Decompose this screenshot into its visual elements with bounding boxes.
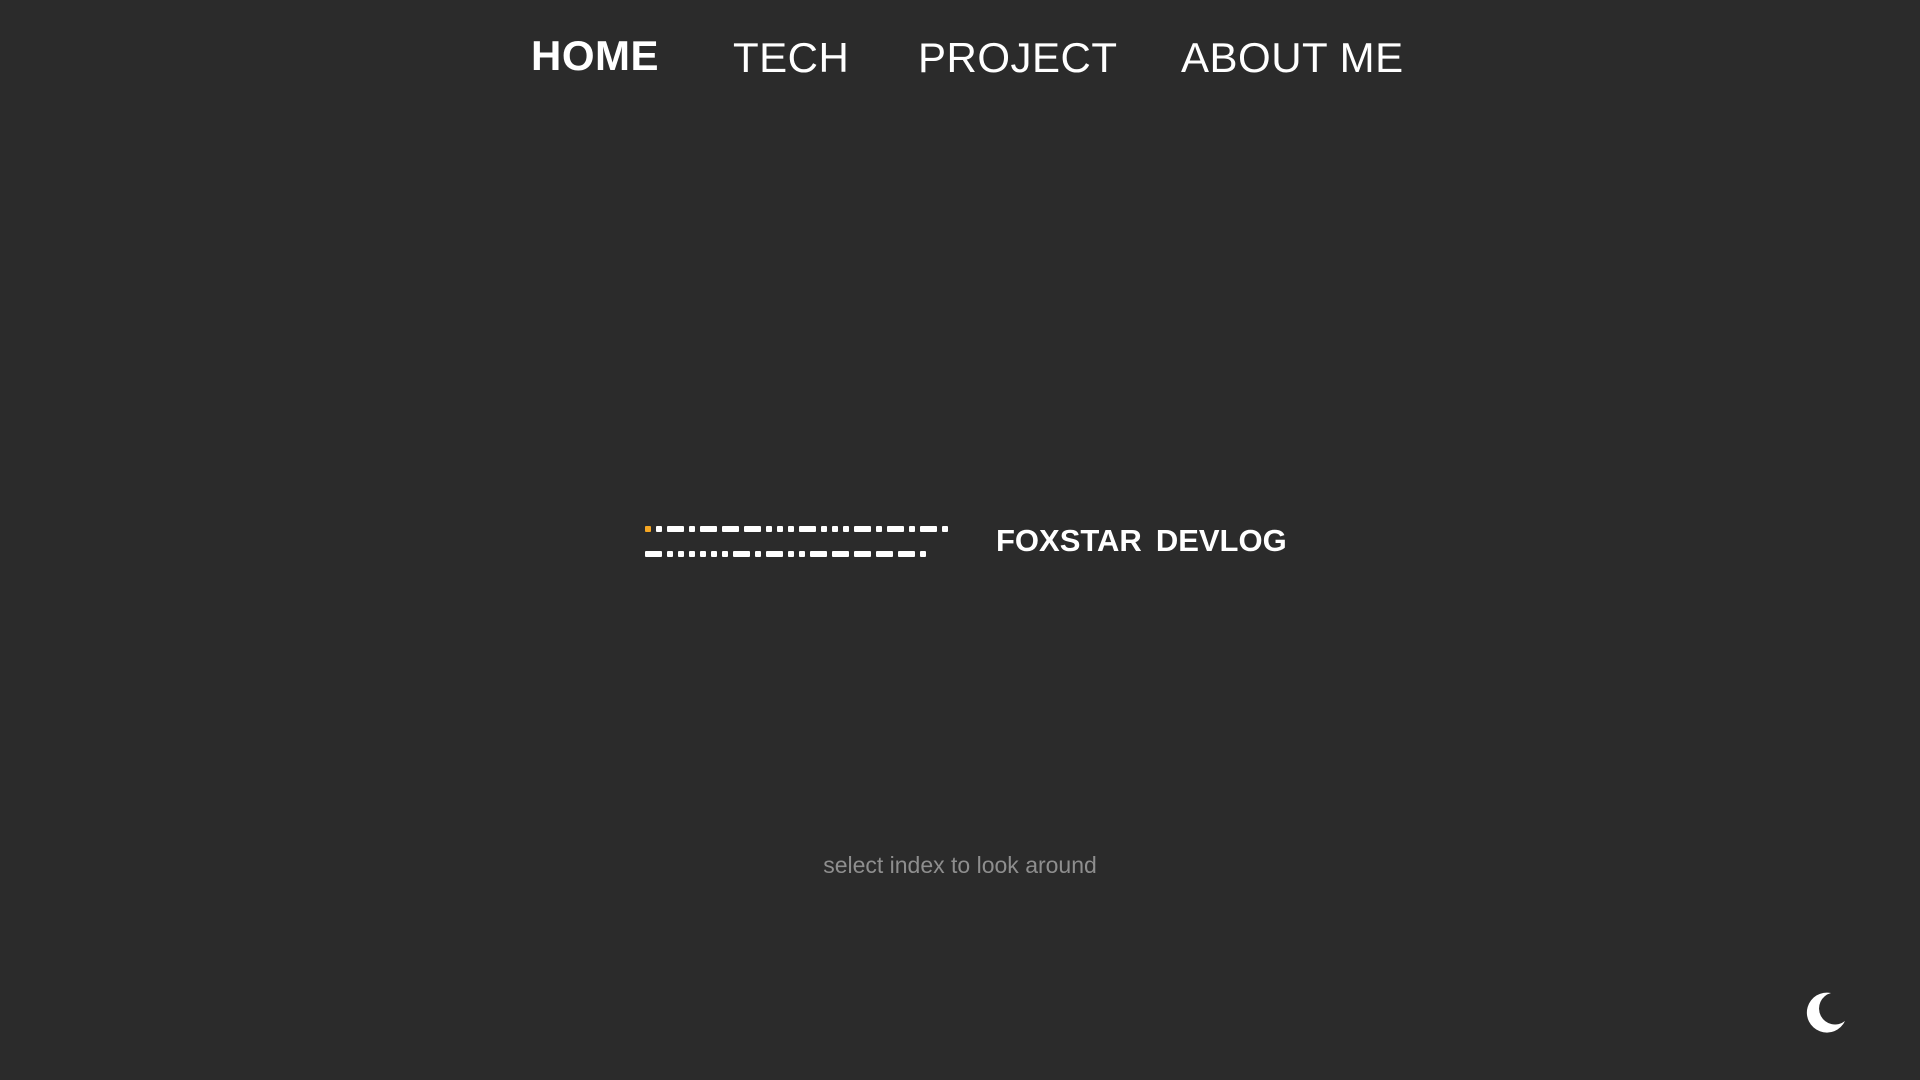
nav-item-tech[interactable]: TECH (733, 34, 849, 82)
morse-dot (832, 526, 838, 532)
morse-dot (876, 526, 882, 532)
morse-dash (876, 551, 893, 557)
hero-logo: FOXSTAR DEVLOG (645, 523, 1287, 563)
theme-toggle-button[interactable] (1801, 989, 1849, 1037)
nav-item-home[interactable]: HOME (531, 32, 659, 80)
morse-code-graphic (645, 526, 948, 557)
morse-dot (821, 526, 827, 532)
nav-item-project[interactable]: PROJECT (918, 34, 1118, 82)
morse-dash (645, 551, 662, 557)
morse-dot (700, 551, 706, 557)
morse-dash (700, 526, 717, 532)
hint-text: select index to look around (823, 852, 1097, 878)
morse-dash (733, 551, 750, 557)
morse-dash (667, 526, 684, 532)
morse-dot (788, 551, 794, 557)
morse-dot (843, 526, 849, 532)
morse-dot (799, 551, 805, 557)
brand-word-foxstar: FOXSTAR (996, 523, 1142, 558)
nav-item-about-me[interactable]: ABOUT ME (1181, 34, 1404, 82)
morse-dash (799, 526, 816, 532)
morse-dot (909, 526, 915, 532)
morse-dash (898, 551, 915, 557)
morse-dot (920, 551, 926, 557)
morse-dot (942, 526, 948, 532)
morse-dash (854, 551, 871, 557)
morse-dot (766, 526, 772, 532)
main-nav: HOME TECH PROJECT ABOUT ME (0, 0, 1920, 120)
morse-dot (788, 526, 794, 532)
morse-dot (656, 526, 662, 532)
morse-dash (832, 551, 849, 557)
morse-dash (810, 551, 827, 557)
morse-dash (854, 526, 871, 532)
morse-dot (689, 551, 695, 557)
morse-dot (689, 526, 695, 532)
morse-dash (744, 526, 761, 532)
moon-icon (1806, 992, 1845, 1033)
morse-dash (887, 526, 904, 532)
morse-dot (755, 551, 761, 557)
morse-dot (678, 551, 684, 557)
morse-dot (667, 551, 673, 557)
brand-title: FOXSTAR DEVLOG (996, 523, 1287, 559)
morse-dot (777, 526, 783, 532)
morse-dot (722, 551, 728, 557)
morse-dot (645, 526, 651, 532)
morse-dash (766, 551, 783, 557)
morse-dash (920, 526, 937, 532)
morse-dash (722, 526, 739, 532)
brand-word-devlog: DEVLOG (1155, 523, 1287, 558)
morse-dot (711, 551, 717, 557)
